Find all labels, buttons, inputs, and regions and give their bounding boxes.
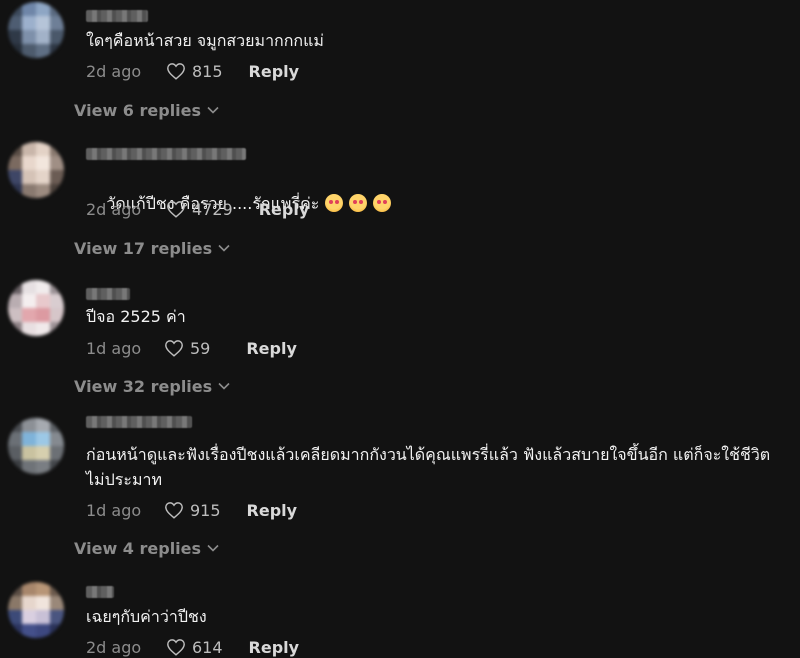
comment-meta: 1d ago 59 Reply	[86, 337, 297, 359]
comment-time: 1d ago	[86, 500, 142, 520]
avatar[interactable]	[8, 280, 64, 336]
view-replies-label: View 17 replies	[74, 238, 213, 258]
avatar[interactable]	[8, 2, 64, 58]
reply-button[interactable]: Reply	[249, 62, 300, 81]
avatar[interactable]	[8, 418, 64, 474]
reply-button[interactable]: Reply	[247, 501, 298, 520]
view-replies-label: View 32 replies	[74, 376, 213, 396]
smiling-face-with-hearts-icon	[373, 194, 392, 212]
comment-meta: 2d ago 815 Reply	[86, 60, 299, 82]
like-count: 59	[190, 338, 211, 358]
like-count: 4729	[192, 199, 233, 219]
heart-icon	[165, 502, 183, 519]
comment-time: 2d ago	[86, 61, 142, 81]
chevron-down-icon	[207, 544, 219, 552]
comment-meta: 1d ago 915 Reply	[86, 499, 297, 521]
username-blurred[interactable]	[86, 10, 148, 22]
reply-button[interactable]: Reply	[249, 638, 300, 657]
comment-time: 2d ago	[86, 637, 142, 657]
reply-button[interactable]: Reply	[259, 200, 310, 219]
username-blurred[interactable]	[86, 586, 114, 598]
like-button[interactable]: 59	[164, 339, 210, 358]
comment-text: ก่อนหน้าดูและฟังเรื่องปีชงแล้วเคลียดมากก…	[86, 445, 771, 489]
comment-meta: 2d ago 614 Reply	[86, 636, 299, 658]
heart-icon	[165, 340, 183, 357]
comment-meta: 2d ago 4729 Reply	[86, 198, 309, 220]
view-replies-button[interactable]: View 6 replies	[74, 99, 219, 121]
comment-text: ใดๆคือหน้าสวย จมูกสวยมากกกแม่	[86, 31, 324, 50]
comment-time: 1d ago	[86, 338, 142, 358]
view-replies-label: View 6 replies	[74, 100, 202, 120]
heart-icon	[167, 63, 185, 80]
username-blurred[interactable]	[86, 416, 192, 428]
username-blurred[interactable]	[86, 288, 130, 300]
chevron-down-icon	[218, 382, 230, 390]
view-replies-button[interactable]: View 32 replies	[74, 375, 230, 397]
like-count: 815	[192, 61, 223, 81]
comment-text: ปีจอ 2525 ค่า	[86, 307, 186, 326]
reply-button[interactable]: Reply	[246, 339, 297, 358]
username-blurred[interactable]	[86, 148, 246, 160]
avatar[interactable]	[8, 582, 64, 638]
comment-text: เฉยๆกับค่าว่าปีชง	[86, 607, 207, 626]
view-replies-button[interactable]: View 4 replies	[74, 537, 219, 559]
comment-time: 2d ago	[86, 199, 142, 219]
chevron-down-icon	[218, 244, 230, 252]
smiling-face-with-hearts-icon	[325, 194, 344, 212]
smiling-face-with-hearts-icon	[349, 194, 368, 212]
view-replies-button[interactable]: View 17 replies	[74, 237, 230, 259]
avatar[interactable]	[8, 142, 64, 198]
like-button[interactable]: 4729	[166, 200, 233, 219]
like-button[interactable]: 614	[166, 638, 223, 657]
view-replies-label: View 4 replies	[74, 538, 202, 558]
like-button[interactable]: 915	[164, 501, 221, 520]
like-button[interactable]: 815	[166, 62, 223, 81]
like-count: 915	[190, 500, 221, 520]
like-count: 614	[192, 637, 223, 657]
chevron-down-icon	[207, 106, 219, 114]
heart-icon	[167, 639, 185, 656]
heart-icon	[167, 201, 185, 218]
